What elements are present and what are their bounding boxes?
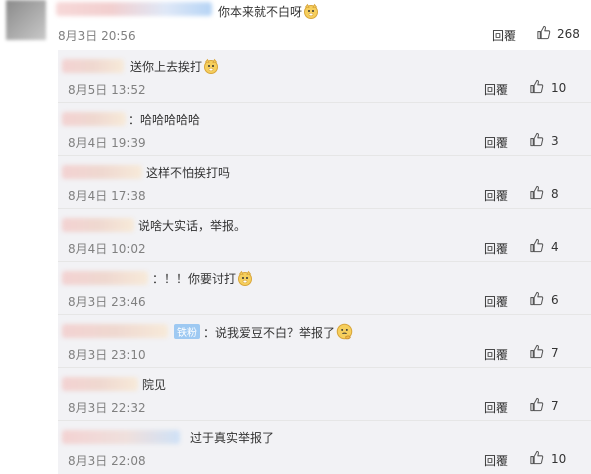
like-count: 10: [551, 81, 567, 95]
reply-item: 铁粉 ：说我爱豆不白？举报了 8月3日 23:10 回覆 7: [58, 315, 591, 368]
like-count: 268: [557, 27, 580, 41]
reply-button[interactable]: 回覆: [484, 293, 508, 310]
like-count: 3: [551, 134, 559, 148]
thinking-emoji: [336, 323, 353, 343]
reply-text: 这样不怕挨打吗: [146, 166, 231, 180]
reply-item: 送你上去挨打 8月5日 13:52 回覆 10: [58, 50, 591, 103]
like-count: 7: [551, 399, 559, 413]
like-icon[interactable]: [536, 25, 551, 43]
reply-button[interactable]: 回覆: [484, 346, 508, 363]
reply-time: 8月3日 23:10: [68, 348, 146, 362]
like-icon[interactable]: [529, 79, 544, 97]
like-icon[interactable]: [529, 397, 544, 415]
reply-time: 8月4日 19:39: [68, 136, 146, 150]
comment-text: 你本来就不白呀: [218, 3, 319, 22]
username-blurred[interactable]: [62, 112, 126, 126]
like-icon[interactable]: [529, 238, 544, 256]
like-icon[interactable]: [529, 450, 544, 468]
doge-emoji: [237, 270, 253, 289]
reply-item: 院见 8月3日 22:32 回覆 7: [58, 368, 591, 421]
reply-text: ：！！你要讨打: [152, 270, 253, 289]
replies-panel: 送你上去挨打 8月5日 13:52 回覆 10 ：哈哈哈哈哈 8月4日 19:3…: [58, 50, 591, 474]
reply-time: 8月3日 23:46: [68, 295, 146, 309]
reply-text: 送你上去挨打: [130, 58, 219, 77]
reply-text: 铁粉 ：说我爱豆不白？举报了: [174, 323, 353, 343]
reply-button[interactable]: 回覆: [484, 81, 508, 98]
doge-emoji: [203, 58, 219, 77]
like-count: 4: [551, 240, 559, 254]
like-count: 7: [551, 346, 559, 360]
reply-item: ：哈哈哈哈哈 8月4日 19:39 回覆 3: [58, 103, 591, 156]
like-count: 6: [551, 293, 559, 307]
username-blurred[interactable]: [56, 2, 212, 16]
top-comment: 你本来就不白呀 8月3日 20:56 回覆 268: [0, 0, 591, 46]
fan-badge: 铁粉: [174, 324, 200, 339]
like-count: 8: [551, 187, 559, 201]
reply-time: 8月4日 17:38: [68, 189, 146, 203]
username-blurred[interactable]: [62, 377, 138, 391]
username-blurred[interactable]: [62, 59, 124, 73]
username-blurred[interactable]: [62, 324, 168, 338]
reply-button[interactable]: 回覆: [484, 399, 508, 416]
reply-item: 过于真实举报了 8月3日 22:08 回覆 10: [58, 421, 591, 474]
avatar[interactable]: [6, 0, 46, 40]
reply-text: 说啥大实话，举报。: [138, 219, 247, 233]
username-blurred[interactable]: [62, 271, 148, 285]
username-blurred[interactable]: [62, 430, 180, 444]
reply-button[interactable]: 回覆: [484, 187, 508, 204]
doge-emoji: [303, 3, 319, 22]
like-count: 10: [551, 452, 567, 466]
reply-button[interactable]: 回覆: [484, 452, 508, 469]
username-blurred[interactable]: [62, 218, 134, 232]
reply-time: 8月4日 10:02: [68, 242, 146, 256]
like-icon[interactable]: [529, 132, 544, 150]
like-icon[interactable]: [529, 344, 544, 362]
reply-text: 过于真实举报了: [190, 431, 275, 445]
reply-item: 说啥大实话，举报。 8月4日 10:02 回覆 4: [58, 209, 591, 262]
username-blurred[interactable]: [62, 165, 142, 179]
reply-item: 这样不怕挨打吗 8月4日 17:38 回覆 8: [58, 156, 591, 209]
reply-text: ：哈哈哈哈哈: [128, 113, 201, 127]
reply-time: 8月3日 22:08: [68, 454, 146, 468]
reply-time: 8月3日 22:32: [68, 401, 146, 415]
like-icon[interactable]: [529, 185, 544, 203]
reply-button[interactable]: 回覆: [484, 240, 508, 257]
reply-text: 院见: [142, 378, 167, 392]
like-icon[interactable]: [529, 291, 544, 309]
reply-button[interactable]: 回覆: [484, 134, 508, 151]
reply-button[interactable]: 回覆: [492, 27, 516, 44]
comment-time: 8月3日 20:56: [58, 29, 136, 43]
reply-item: ：！！你要讨打 8月3日 23:46 回覆 6: [58, 262, 591, 315]
reply-time: 8月5日 13:52: [68, 83, 146, 97]
